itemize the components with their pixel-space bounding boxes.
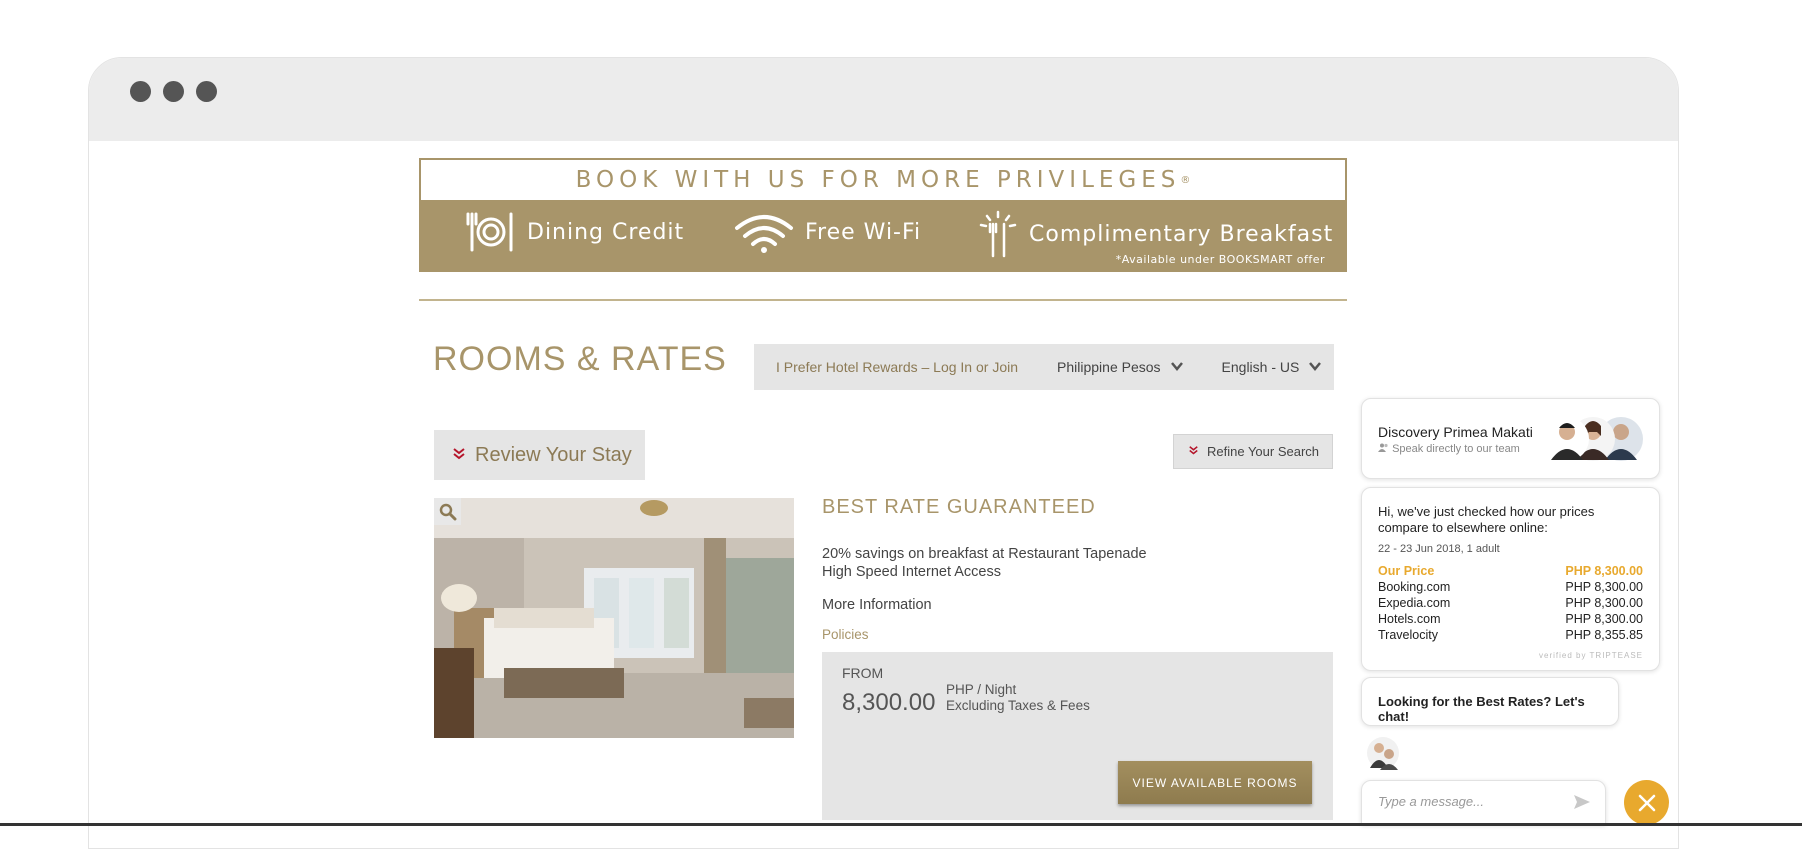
rate-feature: High Speed Internet Access: [822, 564, 1001, 580]
chevron-down-icon: [1309, 360, 1322, 374]
banner-perks: Dining Credit Free Wi-Fi Complimentary B…: [421, 200, 1345, 272]
refine-search-label: Refine Your Search: [1207, 444, 1320, 459]
comparison-dates: 22 - 23 Jun 2018, 1 adult: [1378, 543, 1500, 555]
comparison-price: PHP 8,300.00: [1565, 580, 1643, 594]
chat-subtitle: Speak directly to our team: [1378, 443, 1520, 455]
comparison-row: Booking.com PHP 8,300.00: [1378, 580, 1643, 594]
rate-title: BEST RATE GUARANTEED: [822, 496, 1096, 518]
close-chat-button[interactable]: [1624, 780, 1669, 825]
room-photo[interactable]: [434, 498, 794, 738]
team-avatars: [1545, 417, 1643, 461]
perk-wifi: Free Wi-Fi: [733, 210, 921, 254]
comparison-price: PHP 8,300.00: [1565, 612, 1643, 626]
perk-breakfast: Complimentary Breakfast: [977, 210, 1333, 258]
comparison-site: Travelocity: [1378, 628, 1438, 642]
close-icon: [1638, 794, 1655, 811]
price-comparison-card: Hi, we've just checked how our prices co…: [1361, 487, 1660, 671]
room-image: [434, 498, 794, 738]
privileges-banner[interactable]: BOOK WITH US FOR MORE PRIVILEGES ® Dinin…: [419, 158, 1347, 272]
divider: [419, 299, 1347, 301]
review-stay-button[interactable]: Review Your Stay: [434, 430, 645, 480]
price-unit: PHP / Night Excluding Taxes & Fees: [946, 682, 1090, 714]
chevron-down-icon: [1170, 360, 1183, 374]
chat-subtitle-text: Speak directly to our team: [1392, 443, 1520, 455]
language-select[interactable]: English - US: [1222, 359, 1322, 375]
double-chevron-down-icon: [1189, 445, 1198, 458]
comparison-site: Booking.com: [1378, 580, 1451, 594]
price-unit-label: PHP / Night: [946, 682, 1017, 697]
tax-note: Excluding Taxes & Fees: [946, 698, 1090, 713]
page-title: ROOMS & RATES: [433, 340, 727, 378]
perk-dining-label: Dining Credit: [527, 219, 685, 245]
comparison-row: Travelocity PHP 8,355.85: [1378, 628, 1643, 642]
comparison-site: Our Price: [1378, 564, 1435, 578]
currency-value: Philippine Pesos: [1057, 359, 1161, 375]
perk-dining: Dining Credit: [465, 210, 684, 254]
dining-icon: [466, 212, 513, 252]
banner-headline-mark: ®: [1180, 174, 1191, 186]
rewards-login-link[interactable]: I Prefer Hotel Rewards – Log In or Join: [776, 359, 1018, 375]
agent-avatar: [1367, 737, 1399, 770]
review-stay-label: Review Your Stay: [475, 443, 632, 466]
banner-headline: BOOK WITH US FOR MORE PRIVILEGES ®: [421, 160, 1345, 200]
comparison-price: PHP 8,300.00: [1565, 596, 1643, 610]
currency-select[interactable]: Philippine Pesos: [1057, 359, 1183, 375]
more-information-link[interactable]: More Information: [822, 597, 932, 613]
comparison-site: Expedia.com: [1378, 596, 1451, 610]
chat-prompt-text: Looking for the Best Rates? Let's chat!: [1378, 694, 1585, 724]
view-available-rooms-button[interactable]: VIEW AVAILABLE ROOMS: [1118, 761, 1312, 804]
chat-message-input[interactable]: Type a message...: [1361, 780, 1606, 825]
language-value: English - US: [1221, 359, 1300, 375]
verified-by-label: verified by TRIPTEASE: [1539, 651, 1643, 660]
comparison-row: Hotels.com PHP 8,300.00: [1378, 612, 1643, 626]
banner-headline-text: BOOK WITH US FOR MORE PRIVILEGES: [575, 167, 1181, 193]
comparison-row: Our Price PHP 8,300.00: [1378, 564, 1643, 578]
comparison-price: PHP 8,300.00: [1565, 564, 1643, 578]
comparison-site: Hotels.com: [1378, 612, 1441, 626]
preferences-bar: I Prefer Hotel Rewards – Log In or Join …: [754, 344, 1334, 390]
price-box: FROM 8,300.00 PHP / Night Excluding Taxe…: [822, 652, 1333, 820]
rate-feature: 20% savings on breakfast at Restaurant T…: [822, 546, 1147, 562]
chat-header-card: Discovery Primea Makati Speak directly t…: [1361, 398, 1660, 479]
comparison-intro: Hi, we've just checked how our prices co…: [1378, 504, 1595, 535]
chat-prompt-bubble[interactable]: Looking for the Best Rates? Let's chat!: [1361, 677, 1619, 726]
zoom-button[interactable]: [434, 498, 461, 525]
perk-wifi-label: Free Wi-Fi: [805, 219, 922, 245]
refine-search-button[interactable]: Refine Your Search: [1173, 434, 1333, 469]
from-label: FROM: [842, 665, 884, 681]
banner-note: *Available under BOOKSMART offer: [1115, 253, 1325, 266]
comparison-price: PHP 8,355.85: [1565, 628, 1643, 642]
send-icon[interactable]: [1573, 794, 1591, 810]
price-amount: 8,300.00: [842, 689, 936, 716]
search-icon: [439, 503, 456, 520]
chat-hotel-name: Discovery Primea Makati: [1378, 424, 1533, 440]
breakfast-icon: [979, 210, 1017, 258]
comparison-row: Expedia.com PHP 8,300.00: [1378, 596, 1643, 610]
perk-breakfast-label: Complimentary Breakfast: [1029, 221, 1334, 247]
policies-link[interactable]: Policies: [822, 627, 869, 642]
page-content: BOOK WITH US FOR MORE PRIVILEGES ® Dinin…: [0, 0, 1802, 826]
wifi-icon: [735, 215, 793, 253]
chat-input-placeholder: Type a message...: [1378, 794, 1484, 809]
double-chevron-down-icon: [453, 447, 465, 463]
people-icon: [1378, 443, 1388, 452]
